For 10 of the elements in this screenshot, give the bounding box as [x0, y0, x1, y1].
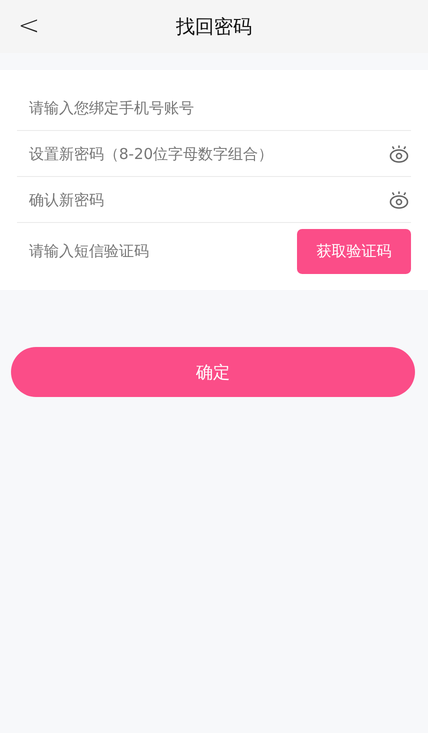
get-code-button[interactable]: 获取验证码 — [297, 228, 411, 274]
back-button[interactable]: < — [12, 10, 46, 42]
password-input[interactable]: 确认新密码 — [17, 190, 389, 208]
page-title: 找回密码 — [176, 14, 252, 40]
confirm-button[interactable]: 确定 — [11, 347, 415, 397]
eye-icon[interactable] — [389, 190, 409, 208]
sms-code-input[interactable]: 请输入短信验证码 — [17, 242, 297, 260]
eye-icon[interactable] — [389, 144, 409, 162]
phone-input[interactable]: 请输入您绑定手机号账号 — [17, 98, 411, 116]
password-input[interactable]: 设置新密码（8-20位字母数字组合） — [17, 144, 389, 162]
